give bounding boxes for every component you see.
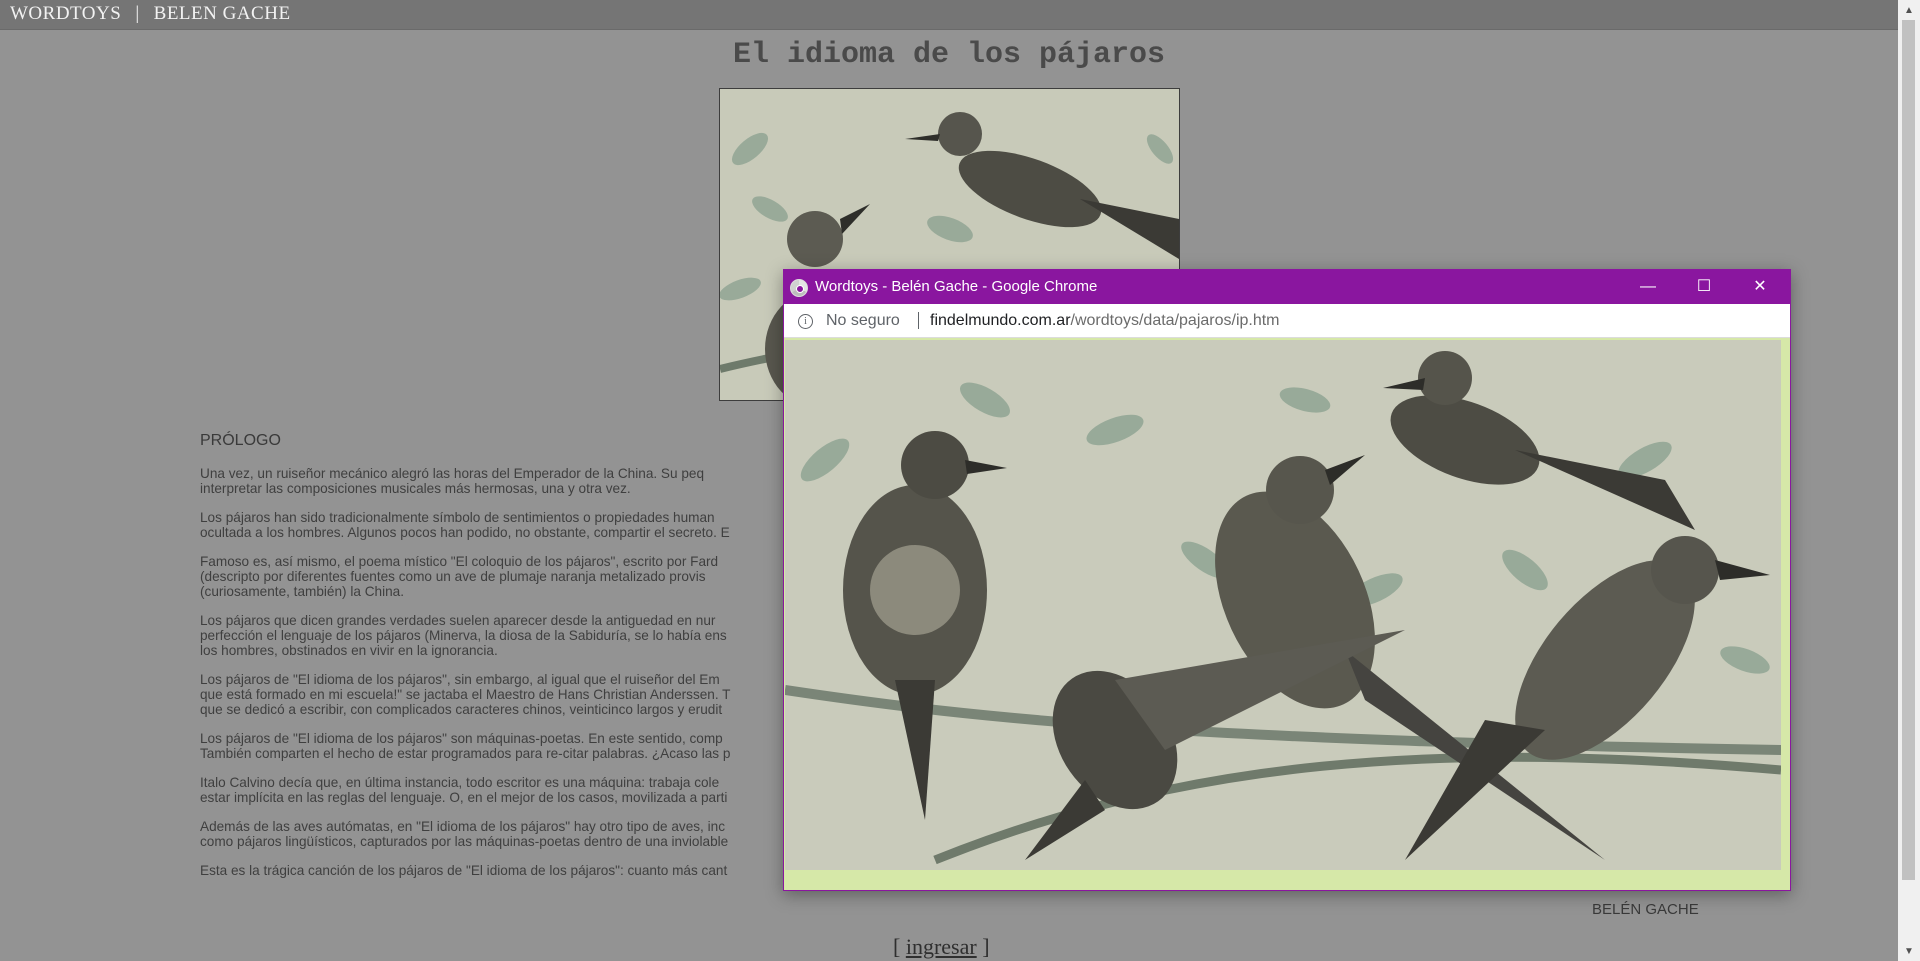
enter-link-wrapper: [ ingresar ] [893, 934, 990, 959]
url-text[interactable]: findelmundo.com.ar/wordtoys/data/pajaros… [930, 304, 1280, 337]
address-bar[interactable]: i No seguro findelmundo.com.ar/wordtoys/… [784, 304, 1790, 338]
scroll-down-icon[interactable]: ▼ [1904, 946, 1914, 957]
site-header: WORDTOYS | BELEN GACHE [0, 0, 1898, 30]
site-link-author[interactable]: BELEN GACHE [154, 0, 291, 28]
maximize-button[interactable]: ☐ [1676, 270, 1732, 304]
popup-title-text: Wordtoys - Belén Gache - Google Chrome [815, 278, 1098, 295]
security-label[interactable]: No seguro [826, 304, 900, 337]
page-title: El idioma de los pájaros [732, 38, 1166, 72]
info-icon[interactable]: i [798, 314, 813, 329]
popup-titlebar[interactable]: Wordtoys - Belén Gache - Google Chrome —… [784, 270, 1790, 304]
address-divider [918, 312, 919, 329]
scroll-up-icon[interactable]: ▲ [1904, 5, 1914, 16]
popup-illustration [785, 340, 1781, 870]
enter-link[interactable]: ingresar [906, 934, 977, 959]
header-separator: | [135, 3, 140, 24]
author-signature: BELÉN GACHE [1592, 901, 1699, 918]
chrome-icon [790, 279, 808, 297]
site-link-wordtoys[interactable]: WORDTOYS [10, 0, 121, 28]
page-scrollbar[interactable]: ▲ ▼ [1898, 0, 1920, 961]
popup-window: Wordtoys - Belén Gache - Google Chrome —… [783, 269, 1791, 891]
scrollbar-thumb[interactable] [1902, 20, 1915, 880]
minimize-button[interactable]: — [1620, 270, 1676, 304]
close-button[interactable]: ✕ [1732, 270, 1788, 304]
